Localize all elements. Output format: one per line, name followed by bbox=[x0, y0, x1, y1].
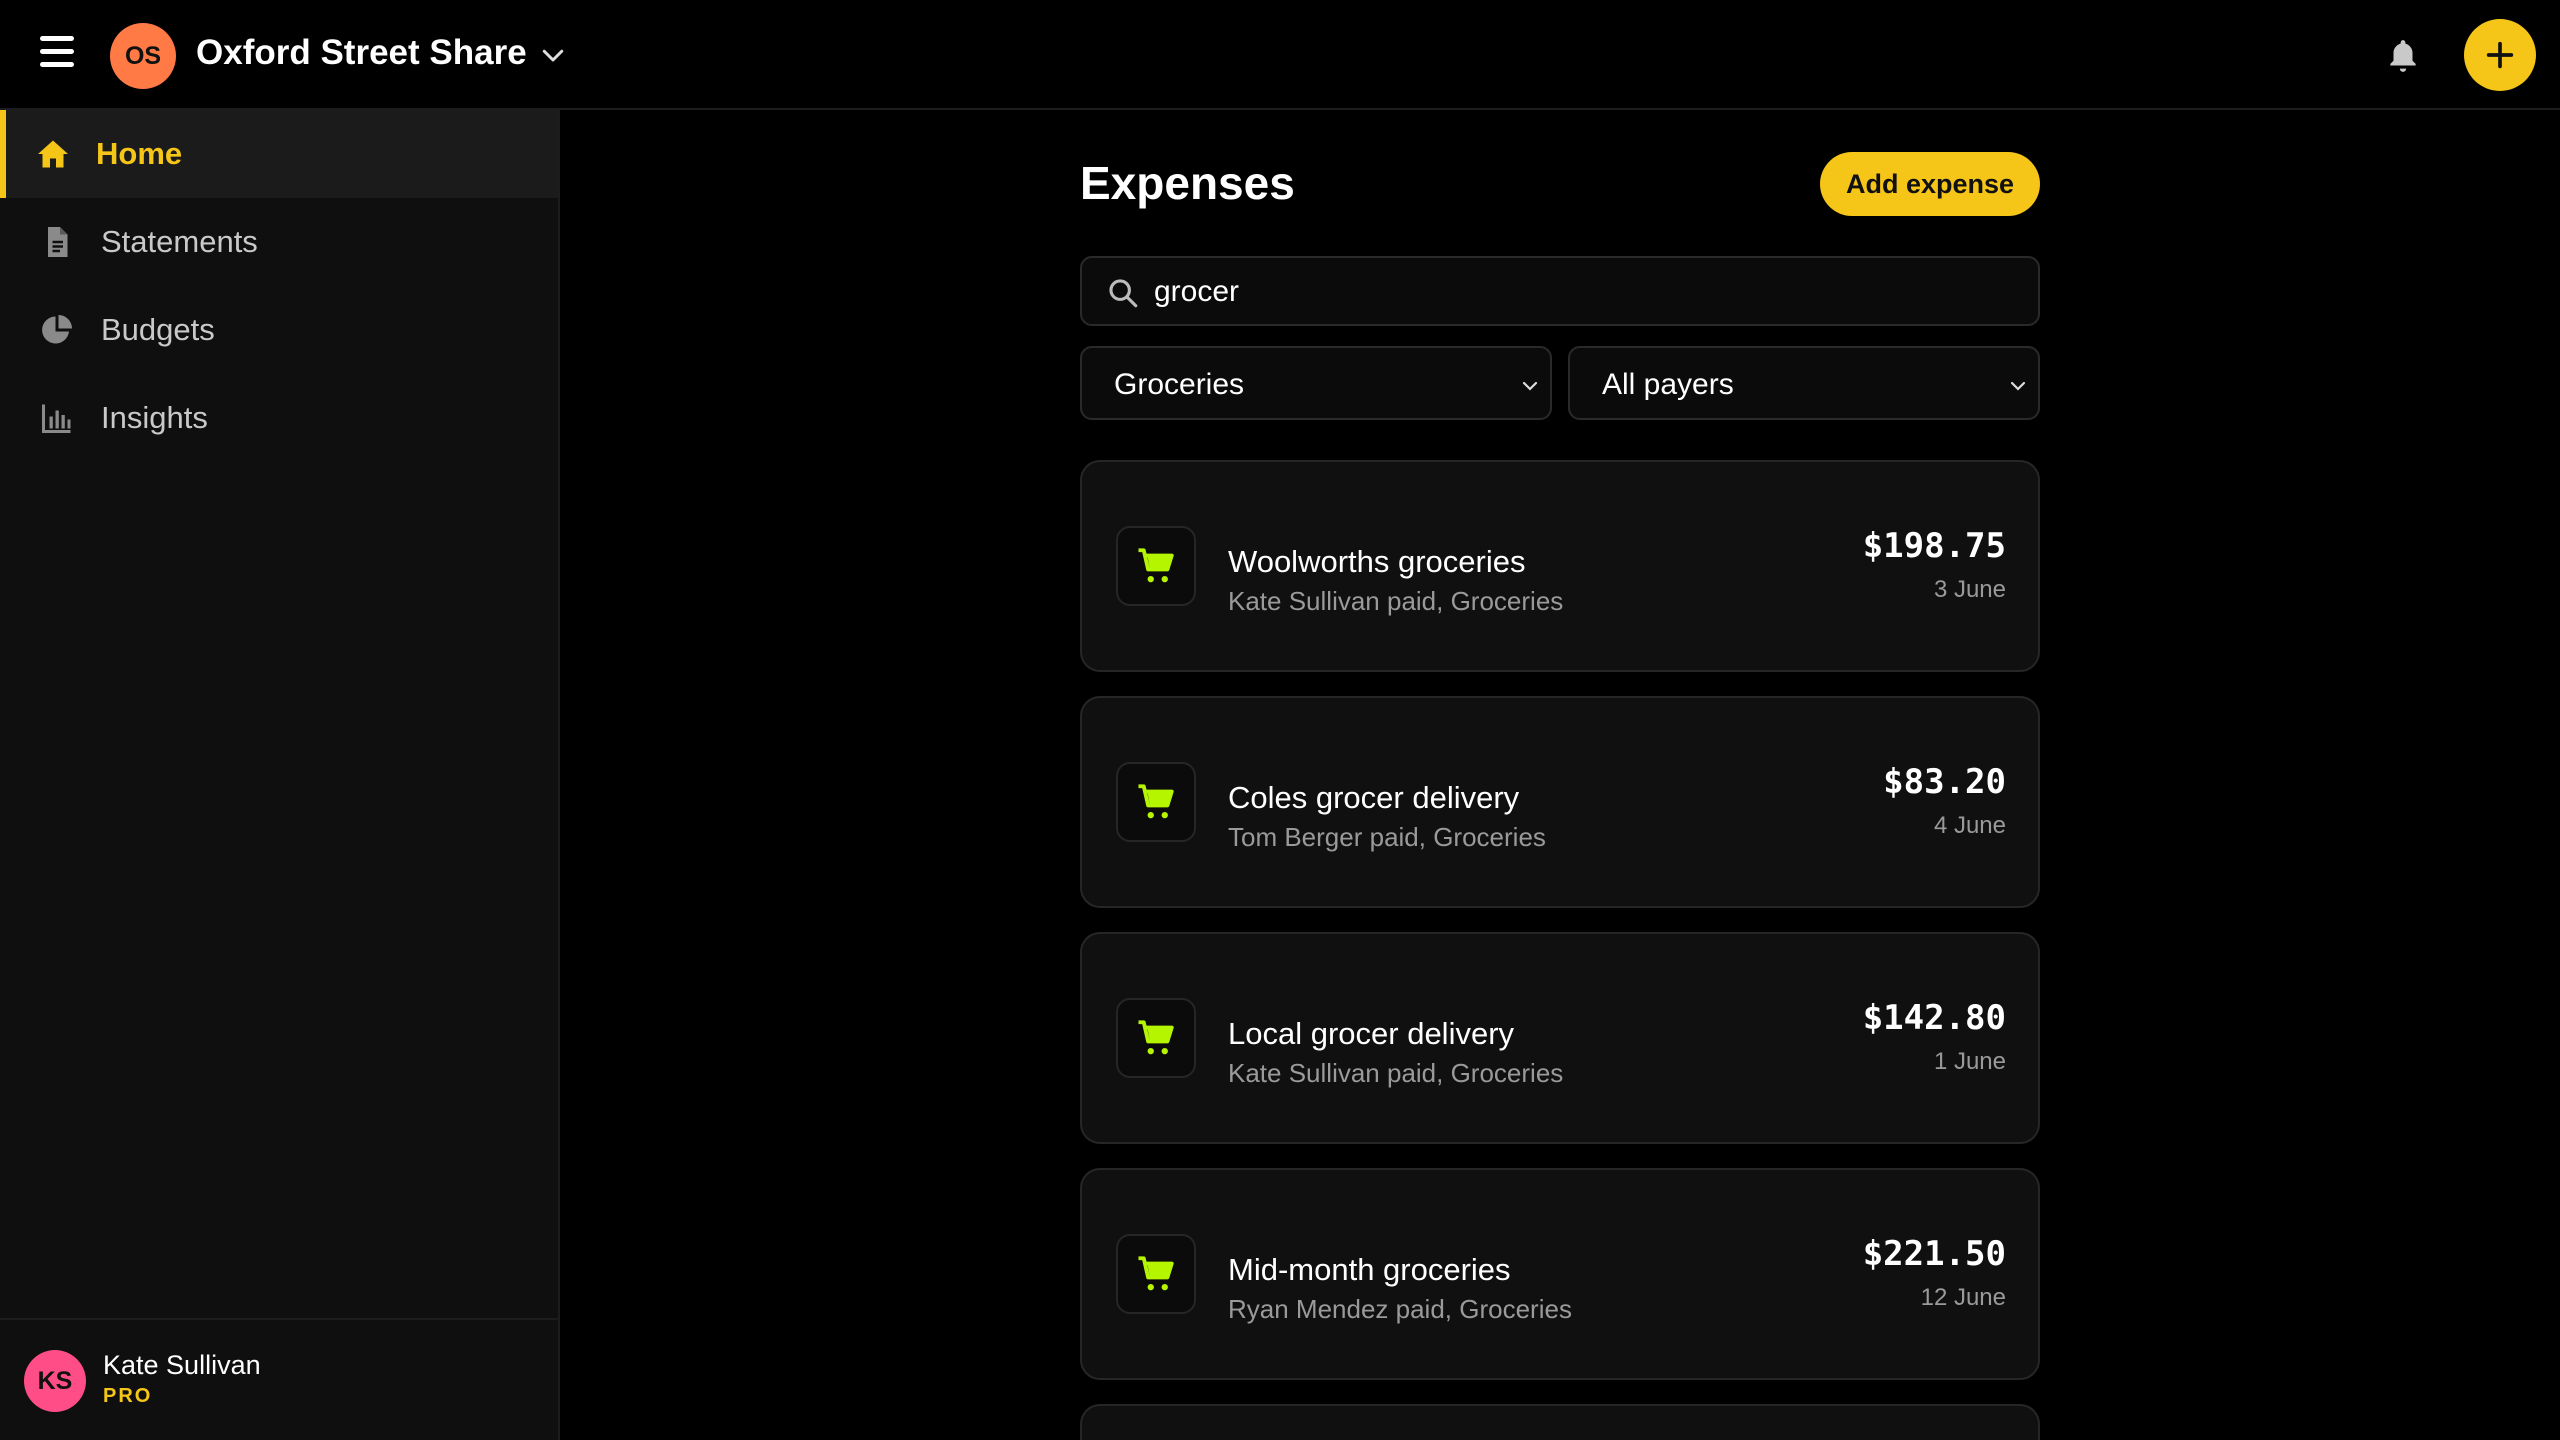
cart-icon bbox=[1138, 548, 1174, 583]
payer-select[interactable]: All payers bbox=[1568, 346, 2040, 420]
cart-icon-box bbox=[1116, 1234, 1196, 1314]
top-bar: OS Oxford Street Share bbox=[0, 0, 2560, 110]
expense-card[interactable] bbox=[1080, 1404, 2040, 1440]
expense-date: 3 June bbox=[1933, 576, 2006, 603]
sidebar-item-label: Statements bbox=[101, 224, 258, 259]
expense-date: 12 June bbox=[1920, 1284, 2006, 1311]
org-avatar[interactable]: OS bbox=[110, 23, 176, 89]
expense-amount: $83.20 bbox=[1883, 762, 2006, 802]
sidebar-item-insights[interactable]: Insights bbox=[0, 374, 558, 462]
sidebar: Home Statements Budgets Insights KS Kate… bbox=[0, 110, 560, 1440]
expense-subtitle: Kate Sullivan paid, Groceries bbox=[1228, 1058, 1564, 1088]
home-icon bbox=[38, 140, 68, 168]
cart-icon-box bbox=[1116, 998, 1196, 1078]
expense-date: 1 June bbox=[1933, 1048, 2006, 1075]
add-button[interactable] bbox=[2464, 19, 2536, 91]
menu-icon[interactable] bbox=[40, 36, 80, 72]
expense-subtitle: Ryan Mendez paid, Groceries bbox=[1228, 1294, 1572, 1324]
sidebar-item-label: Home bbox=[96, 136, 183, 171]
plus-icon bbox=[2486, 41, 2514, 69]
expense-subtitle: Kate Sullivan paid, Groceries bbox=[1228, 586, 1564, 616]
search-icon bbox=[1109, 279, 1138, 308]
cart-icon-box bbox=[1116, 762, 1196, 842]
sidebar-item-home[interactable]: Home bbox=[0, 110, 558, 198]
cart-icon bbox=[1138, 784, 1174, 819]
cart-icon bbox=[1138, 1256, 1174, 1291]
expense-title: Local grocer delivery bbox=[1228, 1016, 1515, 1051]
pie-chart-icon bbox=[42, 315, 72, 344]
expense-subtitle: Tom Berger paid, Groceries bbox=[1228, 822, 1546, 852]
chevron-down-icon bbox=[2010, 381, 2026, 391]
category-select-value: Groceries bbox=[1114, 368, 1245, 401]
plan-badge: PRO bbox=[103, 1385, 153, 1407]
add-expense-button[interactable]: Add expense bbox=[1820, 152, 2040, 216]
expense-title: Mid-month groceries bbox=[1228, 1252, 1511, 1287]
search-input[interactable] bbox=[1154, 268, 2014, 316]
sidebar-item-label: Insights bbox=[101, 400, 208, 435]
chevron-down-icon[interactable] bbox=[538, 40, 568, 70]
cart-icon bbox=[1138, 1020, 1174, 1055]
category-select[interactable]: Groceries bbox=[1080, 346, 1552, 420]
page-title: Expenses bbox=[1080, 157, 1295, 209]
cart-icon-box bbox=[1116, 526, 1196, 606]
sidebar-item-label: Budgets bbox=[101, 312, 215, 347]
expense-title: Woolworths groceries bbox=[1228, 544, 1526, 579]
search-field[interactable] bbox=[1080, 256, 2040, 326]
user-profile[interactable]: KS Kate Sullivan PRO bbox=[0, 1318, 558, 1440]
expense-card[interactable]: Woolworths groceries Kate Sullivan paid,… bbox=[1080, 460, 2040, 672]
expense-amount: $221.50 bbox=[1862, 1234, 2006, 1274]
chevron-down-icon bbox=[1522, 381, 1538, 391]
expense-card[interactable]: Local grocer delivery Kate Sullivan paid… bbox=[1080, 932, 2040, 1144]
expense-amount: $142.80 bbox=[1862, 998, 2006, 1038]
bell-icon[interactable] bbox=[2384, 36, 2422, 76]
expense-title: Coles grocer delivery bbox=[1228, 780, 1520, 815]
sidebar-item-statements[interactable]: Statements bbox=[0, 198, 558, 286]
payer-select-value: All payers bbox=[1602, 368, 1734, 401]
document-icon bbox=[48, 227, 68, 257]
expense-card[interactable]: Coles grocer delivery Tom Berger paid, G… bbox=[1080, 696, 2040, 908]
expense-card[interactable]: Mid-month groceries Ryan Mendez paid, Gr… bbox=[1080, 1168, 2040, 1380]
expense-amount: $198.75 bbox=[1862, 526, 2006, 566]
expense-date: 4 June bbox=[1933, 812, 2006, 839]
bar-chart-icon bbox=[42, 404, 71, 433]
org-name[interactable]: Oxford Street Share bbox=[196, 33, 527, 73]
avatar[interactable]: KS bbox=[24, 1350, 86, 1412]
sidebar-item-budgets[interactable]: Budgets bbox=[0, 286, 558, 374]
user-name: Kate Sullivan bbox=[103, 1350, 261, 1380]
